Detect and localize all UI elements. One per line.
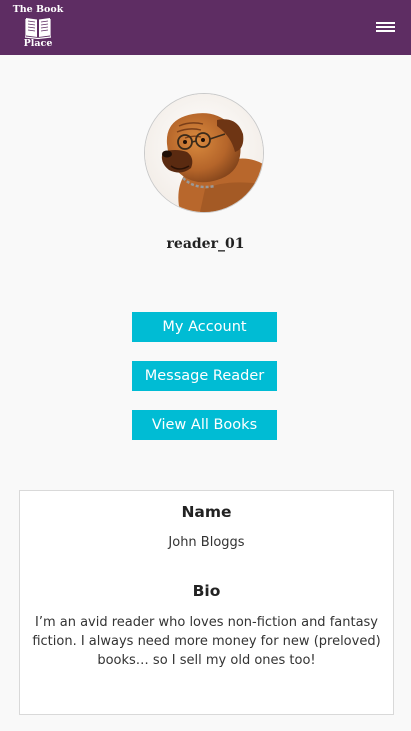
avatar <box>144 93 264 213</box>
open-book-icon <box>25 18 51 39</box>
dog-avatar-photo <box>145 94 263 212</box>
bio-heading: Bio <box>192 582 221 600</box>
hamburger-menu-icon[interactable] <box>376 20 395 34</box>
name-value: John Bloggs <box>168 535 245 550</box>
view-all-books-button[interactable]: View All Books <box>132 410 277 440</box>
message-reader-button[interactable]: Message Reader <box>132 361 277 391</box>
brand-name-line1: The Book <box>12 4 64 15</box>
bio-value: I’m an avid reader who loves non-fiction… <box>32 615 381 668</box>
name-heading: Name <box>181 503 232 521</box>
brand-logo[interactable]: The Book Place <box>8 4 68 52</box>
brand-name-line2: Place <box>23 38 53 49</box>
top-navbar: The Book Place <box>0 0 411 55</box>
my-account-button[interactable]: My Account <box>132 312 277 342</box>
profile-details-card: Name John Bloggs Bio I’m an avid reader … <box>19 490 394 715</box>
profile-username: reader_01 <box>166 236 245 252</box>
